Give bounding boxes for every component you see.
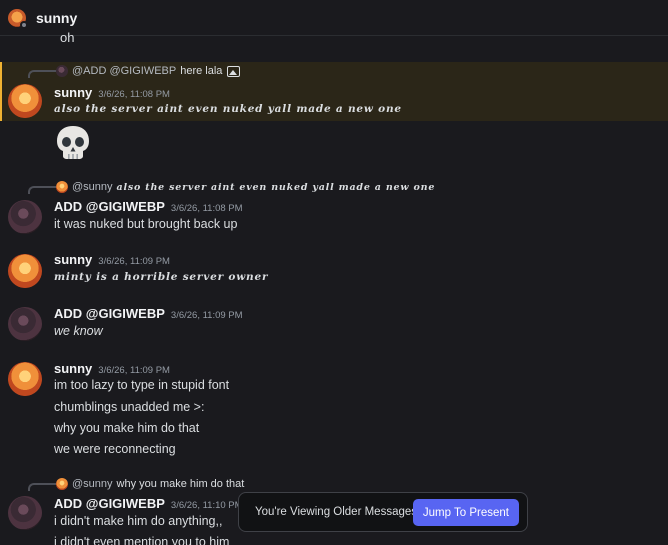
message-header: ADD @GIGIWEBP 3/6/26, 11:10 PM: [54, 496, 243, 511]
author-name[interactable]: sunny: [54, 361, 92, 376]
skull-emoji: [57, 126, 89, 159]
avatar[interactable]: [8, 254, 42, 288]
image-icon: [227, 65, 241, 77]
message-fragment: oh: [60, 30, 75, 45]
message-header: sunny 3/6/26, 11:09 PM: [54, 361, 170, 376]
reply-text: also the server aint even nuked yall mad…: [116, 181, 436, 193]
avatar[interactable]: [8, 362, 42, 396]
timestamp: 3/6/26, 11:09 PM: [170, 310, 243, 321]
author-name[interactable]: ADD @GIGIWEBP: [54, 496, 165, 511]
reply-avatar: [56, 478, 68, 490]
timestamp: 3/6/26, 11:09 PM: [98, 256, 170, 267]
reply-preview[interactable]: @sunny why you make him do that: [56, 478, 244, 490]
reply-connector: [28, 186, 56, 194]
message-text: chumblings unadded me >:: [54, 400, 205, 414]
timestamp: 3/6/26, 11:09 PM: [98, 365, 170, 376]
author-name[interactable]: sunny: [54, 85, 92, 100]
reply-text: why you make him do that: [116, 478, 245, 490]
message-header: ADD @GIGIWEBP 3/6/26, 11:08 PM: [54, 199, 243, 214]
channel-header: sunny: [0, 0, 668, 36]
message-text: we know: [54, 324, 103, 338]
message-header: sunny 3/6/26, 11:09 PM: [54, 252, 170, 267]
avatar[interactable]: [8, 200, 42, 234]
message-header: sunny 3/6/26, 11:08 PM: [54, 85, 170, 100]
message-text: we were reconnecting: [54, 442, 176, 456]
reply-preview[interactable]: @sunny also the server aint even nuked y…: [56, 181, 435, 193]
jump-to-present-button[interactable]: Jump To Present: [412, 499, 519, 526]
reply-connector: [28, 70, 56, 78]
older-messages-toast: You're Viewing Older Messages Jump To Pr…: [238, 492, 528, 532]
timestamp: 3/6/26, 11:10 PM: [170, 500, 243, 511]
toast-message: You're Viewing Older Messages: [255, 506, 418, 518]
message-text: it was nuked but brought back up: [54, 217, 238, 231]
message-text: why you make him do that: [54, 421, 200, 435]
channel-title[interactable]: sunny: [36, 10, 77, 26]
timestamp: 3/6/26, 11:08 PM: [98, 89, 170, 100]
author-name[interactable]: ADD @GIGIWEBP: [54, 199, 165, 214]
reply-avatar: [56, 181, 68, 193]
message-text: also the server aint even nuked yall mad…: [54, 103, 402, 115]
dm-avatar[interactable]: [8, 8, 28, 29]
message-text: im too lazy to type in stupid font: [54, 378, 230, 392]
reply-text: here lala: [180, 65, 223, 77]
reply-author[interactable]: @ADD @GIGIWEBP: [72, 65, 176, 77]
author-name[interactable]: ADD @GIGIWEBP: [54, 306, 165, 321]
reply-connector: [28, 483, 56, 491]
status-indicator: [20, 20, 28, 29]
reply-avatar: [56, 65, 68, 77]
reply-author[interactable]: @sunny: [72, 181, 113, 193]
avatar[interactable]: [8, 307, 42, 341]
reply-preview[interactable]: @ADD @GIGIWEBP here lala: [56, 65, 241, 77]
message-header: ADD @GIGIWEBP 3/6/26, 11:09 PM: [54, 306, 243, 321]
message-text: minty is a horrible server owner: [54, 271, 269, 283]
timestamp: 3/6/26, 11:08 PM: [170, 203, 243, 214]
author-name[interactable]: sunny: [54, 252, 92, 267]
message-text: i didn't even mention you to him: [54, 535, 230, 545]
avatar[interactable]: [8, 496, 42, 530]
message-text: i didn't make him do anything,,: [54, 514, 223, 528]
avatar[interactable]: [8, 84, 42, 118]
reply-author[interactable]: @sunny: [72, 478, 113, 490]
